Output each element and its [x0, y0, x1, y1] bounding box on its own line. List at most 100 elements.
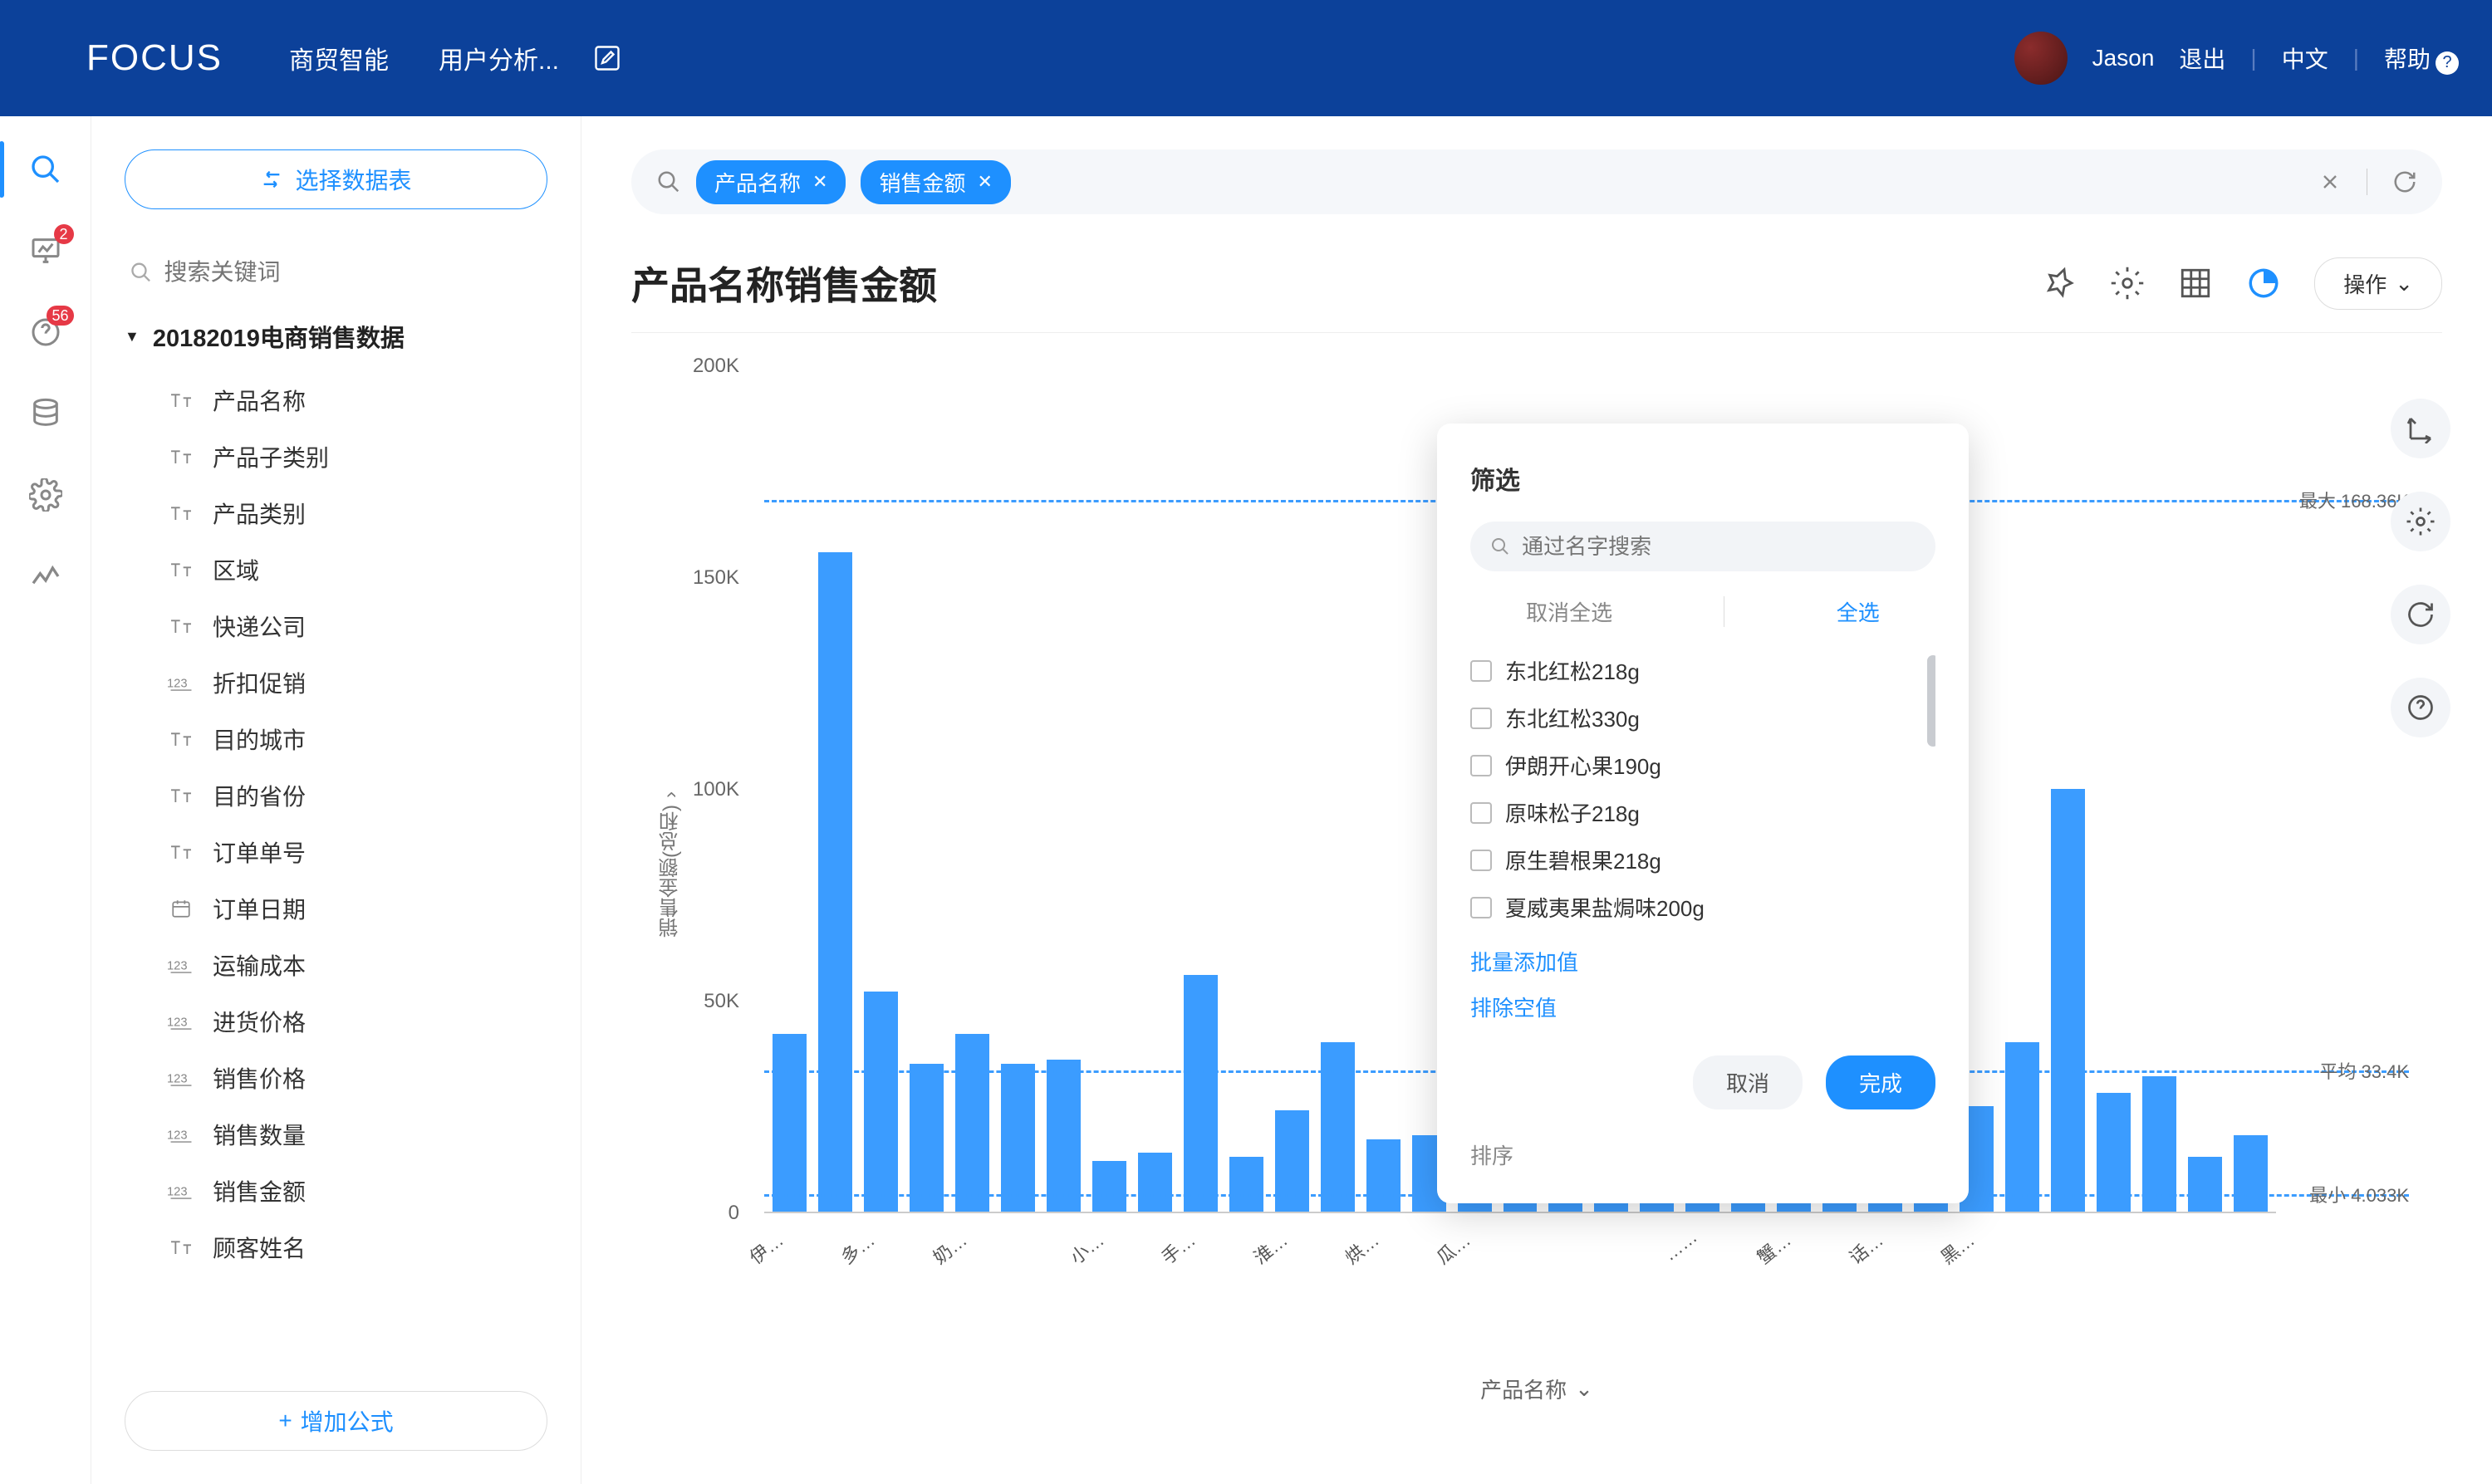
- exclude-null-link[interactable]: 排除空值: [1470, 992, 1935, 1022]
- bar[interactable]: [955, 1034, 989, 1212]
- x-axis-title[interactable]: 产品名称⌄: [1480, 1374, 1593, 1404]
- popover-search-input[interactable]: [1522, 534, 1916, 560]
- select-table-button[interactable]: 选择数据表: [125, 149, 547, 209]
- field-search-input[interactable]: [164, 259, 547, 286]
- refresh-icon[interactable]: [2392, 169, 2417, 194]
- checkbox-icon[interactable]: [1470, 708, 1492, 729]
- ok-button[interactable]: 完成: [1826, 1055, 1935, 1109]
- field-label: 销售价格: [213, 1061, 306, 1095]
- option-label: 原味松子218g: [1505, 797, 1640, 828]
- close-icon[interactable]: ✕: [812, 171, 827, 193]
- deselect-all[interactable]: 取消全选: [1526, 596, 1612, 627]
- close-icon[interactable]: ✕: [977, 171, 992, 193]
- bar[interactable]: [1184, 975, 1218, 1212]
- field-item[interactable]: 123进货价格: [125, 998, 547, 1045]
- clear-icon[interactable]: [2318, 170, 2342, 193]
- bar[interactable]: [910, 1064, 944, 1212]
- axis-toggle-icon[interactable]: [2391, 399, 2450, 458]
- field-item[interactable]: 产品类别: [125, 490, 547, 536]
- bar[interactable]: [1321, 1042, 1355, 1212]
- nav-tab-biz[interactable]: 商贸智能: [289, 40, 389, 76]
- filter-option[interactable]: 原生碧根果218g: [1470, 836, 1935, 884]
- num-type-icon: 123: [164, 1068, 198, 1088]
- checkbox-icon[interactable]: [1470, 897, 1492, 918]
- filter-option-list[interactable]: 东北红松218g东北红松330g伊朗开心果190g 原味松子218g 原生碧根果21…: [1470, 647, 1935, 921]
- lang-link[interactable]: 中文: [2282, 42, 2328, 75]
- batch-add-link[interactable]: 批量添加值: [1470, 946, 1935, 977]
- bar[interactable]: [1001, 1064, 1035, 1212]
- bar[interactable]: [1138, 1153, 1172, 1212]
- bar[interactable]: [1229, 1157, 1263, 1212]
- select-all[interactable]: 全选: [1837, 596, 1880, 627]
- pill-product-name[interactable]: 产品名称✕: [696, 160, 846, 204]
- field-item[interactable]: 目的城市: [125, 716, 547, 762]
- bar[interactable]: [2005, 1042, 2039, 1212]
- avatar[interactable]: [2014, 32, 2068, 85]
- gear-icon[interactable]: [2391, 492, 2450, 551]
- field-search[interactable]: [125, 259, 547, 286]
- rail-settings-icon[interactable]: [26, 475, 66, 515]
- filter-option[interactable]: 东北红松218g: [1470, 647, 1935, 694]
- add-formula-button[interactable]: + 增加公式: [125, 1391, 547, 1451]
- scrollbar-thumb[interactable]: [1927, 655, 1935, 747]
- bar[interactable]: [1092, 1161, 1126, 1212]
- cancel-button[interactable]: 取消: [1693, 1055, 1803, 1109]
- rail-database-icon[interactable]: [26, 394, 66, 433]
- field-item[interactable]: 订单日期: [125, 885, 547, 932]
- text-type-icon: [164, 729, 198, 749]
- bar[interactable]: [2142, 1076, 2176, 1212]
- bar[interactable]: [2188, 1157, 2222, 1212]
- separator: |: [2353, 45, 2359, 71]
- rail-trend-icon[interactable]: [26, 556, 66, 596]
- rail-badge-chart: 2: [54, 224, 74, 244]
- username[interactable]: Jason: [2092, 45, 2155, 71]
- field-item[interactable]: 123销售金额: [125, 1168, 547, 1214]
- checkbox-icon[interactable]: [1470, 850, 1492, 871]
- field-item[interactable]: 产品名称: [125, 377, 547, 424]
- help-link[interactable]: 帮助?: [2384, 42, 2459, 75]
- filter-option[interactable]: 夏威夷果盐焗味200g: [1470, 884, 1935, 921]
- checkbox-icon[interactable]: [1470, 802, 1492, 824]
- dataset-header[interactable]: ▼ 20182019电商销售数据: [125, 319, 547, 354]
- checkbox-icon[interactable]: [1470, 755, 1492, 776]
- gear-icon[interactable]: [2110, 266, 2145, 301]
- bar[interactable]: [864, 992, 898, 1212]
- sort-label[interactable]: 排序: [1470, 1139, 1935, 1170]
- logout-link[interactable]: 退出: [2179, 42, 2225, 75]
- help-icon[interactable]: [2391, 678, 2450, 737]
- bar[interactable]: [1366, 1139, 1401, 1212]
- checkbox-icon[interactable]: [1470, 660, 1492, 682]
- nav-tab-user[interactable]: 用户分析...: [439, 40, 559, 76]
- field-item[interactable]: 快递公司: [125, 603, 547, 649]
- field-item[interactable]: 订单单号: [125, 829, 547, 875]
- pie-chart-icon[interactable]: [2246, 266, 2281, 301]
- bar[interactable]: [818, 552, 852, 1212]
- filter-option[interactable]: 东北红松330g: [1470, 694, 1935, 742]
- field-item[interactable]: 目的省份: [125, 772, 547, 819]
- field-item[interactable]: 产品子类别: [125, 433, 547, 480]
- field-item[interactable]: 123运输成本: [125, 942, 547, 988]
- edit-icon[interactable]: [592, 43, 622, 73]
- filter-option[interactable]: 伊朗开心果190g: [1470, 742, 1935, 789]
- bar[interactable]: [773, 1034, 807, 1212]
- filter-option[interactable]: 原味松子218g: [1470, 789, 1935, 836]
- pin-icon[interactable]: [2042, 266, 2077, 301]
- popover-search[interactable]: [1470, 522, 1935, 571]
- pill-sales-amount[interactable]: 销售金额✕: [861, 160, 1010, 204]
- bar[interactable]: [2051, 789, 2085, 1212]
- rail-board-icon[interactable]: 2: [26, 231, 66, 271]
- bar[interactable]: [2234, 1135, 2268, 1212]
- svg-text:123: 123: [167, 960, 188, 973]
- reload-icon[interactable]: [2391, 585, 2450, 644]
- table-icon[interactable]: [2178, 266, 2213, 301]
- operate-button[interactable]: 操作⌄: [2314, 257, 2442, 310]
- field-item[interactable]: 区域: [125, 546, 547, 593]
- rail-question-icon[interactable]: 56: [26, 312, 66, 352]
- popover-title: 筛选: [1470, 460, 1935, 497]
- bar[interactable]: [1047, 1060, 1081, 1212]
- field-item[interactable]: 顾客姓名: [125, 1224, 547, 1271]
- field-item[interactable]: 123 销售价格: [125, 1055, 547, 1101]
- field-item[interactable]: 123销售数量: [125, 1111, 547, 1158]
- field-item[interactable]: 123折扣促销: [125, 659, 547, 706]
- rail-search-icon[interactable]: [26, 149, 66, 189]
